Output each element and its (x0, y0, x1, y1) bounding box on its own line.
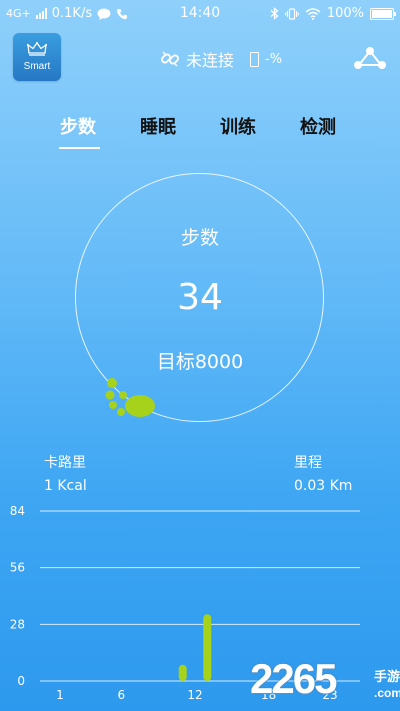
tab-detection[interactable]: 检测 (300, 113, 336, 139)
link-broken-icon (161, 51, 179, 67)
step-goal: 目标8000 (156, 351, 244, 373)
status-right: 100% (270, 6, 396, 21)
app-screen: 4G+ 0.1K/s 14:40 100% Smart 未连接 -% 步数 睡眠… (0, 0, 400, 711)
battery-icon (370, 7, 396, 20)
logo-text: Smart (23, 61, 51, 72)
tab-sleep[interactable]: 睡眠 (140, 113, 176, 139)
x-tick-label: 1 (56, 688, 64, 702)
app-logo[interactable]: Smart (13, 33, 61, 81)
step-bar (178, 664, 187, 681)
bluetooth-icon (270, 7, 279, 20)
connection-label: 未连接 (186, 51, 235, 70)
distance-value: 0.03 Km (294, 478, 353, 494)
device-battery-icon (250, 51, 260, 67)
watermark-number: 2265 (250, 655, 337, 702)
step-count: 34 (177, 277, 223, 318)
distance-label: 里程 (294, 455, 322, 471)
site-watermark: 2265 手游网 .com (250, 655, 400, 703)
connection-status[interactable]: 未连接 -% (160, 47, 282, 71)
y-tick-label: 56 (10, 561, 25, 575)
tab-training[interactable]: 训练 (220, 113, 256, 139)
crown-icon (27, 42, 47, 56)
calories-metric: 卡路里 1 Kcal (44, 452, 87, 494)
distance-metric: 里程 0.03 Km (294, 452, 352, 494)
battery-percent: 100% (326, 6, 364, 21)
vibrate-icon (285, 7, 299, 20)
y-tick-label: 84 (10, 504, 25, 518)
footprint-icon (105, 378, 155, 417)
y-tick-label: 28 (10, 617, 25, 631)
tab-active-indicator (59, 147, 100, 149)
x-tick-label: 6 (118, 688, 126, 702)
status-bar: 4G+ 0.1K/s 14:40 100% (0, 0, 400, 28)
tab-bar: 步数 睡眠 训练 检测 (0, 113, 400, 153)
wifi-icon (305, 7, 321, 20)
calories-label: 卡路里 (44, 455, 86, 471)
device-battery-percent: -% (265, 51, 283, 67)
share-icon[interactable] (353, 45, 387, 71)
watermark-site-name: 手游网 (374, 669, 400, 684)
ring-label: 步数 (180, 227, 219, 249)
step-bar (203, 614, 212, 681)
hourly-steps-chart: 84562801 6 12 18 23 (10, 504, 360, 702)
x-tick-label: 12 (187, 688, 202, 702)
watermark-suffix: .com (374, 686, 400, 700)
y-tick-label: 0 (17, 674, 25, 688)
tab-steps[interactable]: 步数 (60, 113, 96, 139)
calories-value: 1 Kcal (44, 478, 87, 494)
